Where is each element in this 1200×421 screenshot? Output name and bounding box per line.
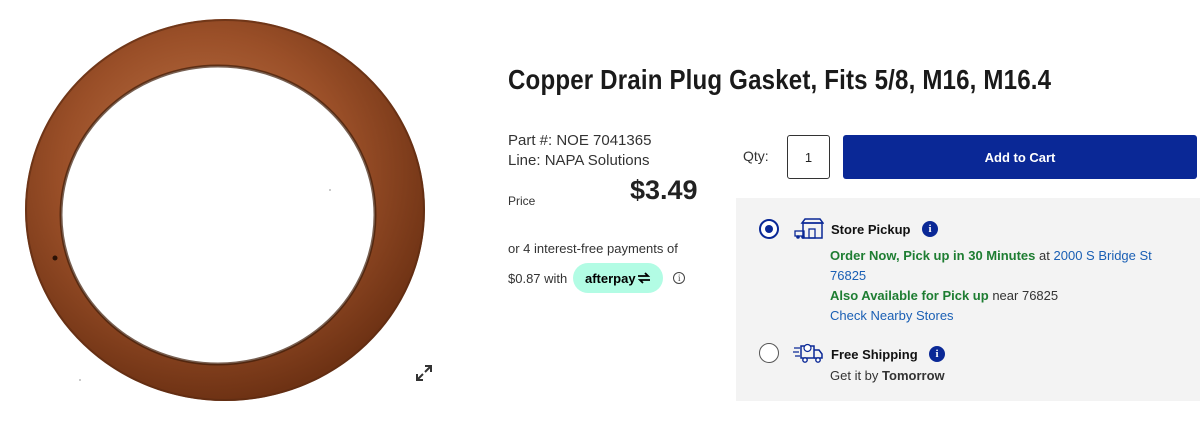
installments-text: or 4 interest-free payments of	[508, 241, 678, 256]
afterpay-badge[interactable]: afterpay	[573, 263, 664, 293]
free-shipping-radio[interactable]	[759, 343, 779, 363]
expand-icon[interactable]	[413, 362, 435, 384]
product-title: Copper Drain Plug Gasket, Fits 5/8, M16,…	[508, 64, 1052, 95]
qty-label: Qty:	[743, 148, 769, 164]
free-shipping-title: Free Shipping	[831, 347, 918, 362]
afterpay-line: $0.87 with afterpay i	[508, 263, 686, 293]
store-zip-link[interactable]: 76825	[830, 268, 866, 283]
store-address-link[interactable]: 2000 S Bridge St	[1054, 248, 1152, 263]
free-shipping-info-icon[interactable]: i	[929, 346, 945, 362]
store-icon	[794, 218, 824, 239]
order-now-text: Order Now, Pick up in 30 Minutes	[830, 248, 1036, 263]
shipping-details: Get it by Tomorrow	[830, 366, 945, 386]
near-zip-text: near 76825	[992, 288, 1059, 303]
price-label: Price	[508, 194, 536, 208]
pickup-details: Order Now, Pick up in 30 Minutes at 2000…	[830, 246, 1180, 326]
at-text: at	[1039, 248, 1050, 263]
product-image[interactable]	[0, 0, 460, 421]
check-nearby-stores-link[interactable]: Check Nearby Stores	[830, 308, 954, 323]
shipping-truck-icon	[793, 343, 823, 363]
installment-amount: $0.87 with	[508, 270, 568, 286]
copper-gasket-image	[25, 19, 425, 401]
store-pickup-info-icon[interactable]: i	[922, 221, 938, 237]
delivery-day: Tomorrow	[882, 368, 945, 383]
add-to-cart-button[interactable]: Add to Cart	[843, 135, 1197, 179]
afterpay-arrows-icon	[637, 272, 650, 284]
product-info: Part #: NOE 7041365 Line: NAPA Solutions	[508, 131, 651, 171]
info-icon[interactable]: i	[673, 272, 686, 284]
also-available-text: Also Available for Pick up	[830, 288, 989, 303]
part-number: Part #: NOE 7041365	[508, 132, 652, 149]
fulfillment-panel: Store Pickup i Order Now, Pick up in 30 …	[736, 198, 1200, 401]
store-pickup-radio[interactable]	[759, 219, 779, 239]
afterpay-logo-text: afterpay	[584, 270, 636, 286]
price-value: $3.49	[630, 175, 698, 205]
product-line: Line: NAPA Solutions	[508, 152, 650, 169]
qty-input[interactable]	[787, 135, 830, 179]
get-it-by-text: Get it by	[830, 368, 879, 383]
store-pickup-title: Store Pickup	[831, 222, 911, 237]
